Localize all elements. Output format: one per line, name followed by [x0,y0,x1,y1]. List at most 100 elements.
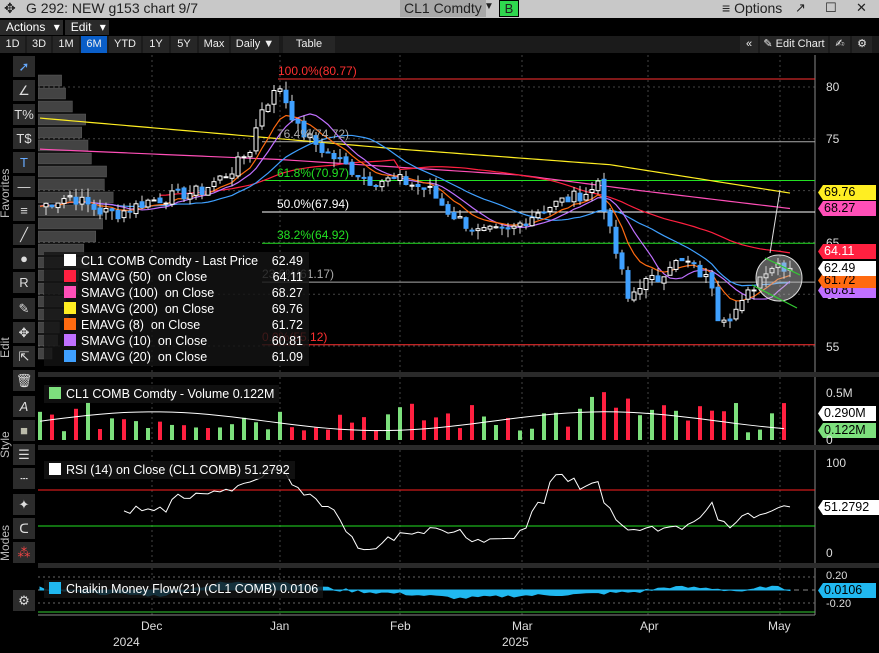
volume-bar [518,430,522,440]
cmf-legend[interactable]: Chaikin Money Flow(21) (CL1 COMB) 0.0106 [44,580,324,598]
candle-body [157,197,163,204]
horizontal-line-icon[interactable]: — [13,176,35,197]
candle-body [139,201,145,209]
edit-label: Edit [0,337,12,358]
volume-axis-zero: 0 [826,433,833,447]
volume-bar [194,427,198,440]
circle-icon[interactable]: ● [13,248,35,269]
magnet-icon[interactable]: ᑕ [13,518,35,539]
frequency-dropdown[interactable]: Daily ▼ [231,36,279,53]
line-weight-icon[interactable]: ☰ [13,444,35,465]
move-icon[interactable]: ✥ [4,0,16,17]
color-swatch-icon[interactable]: ■ [13,420,35,441]
collapse-icon[interactable]: « [740,36,758,53]
candle-body [127,210,133,213]
volume-bar [338,414,342,440]
panel-divider[interactable] [38,372,879,377]
select-icon[interactable]: ⇱ [13,346,35,367]
ticker-field[interactable]: CL1 Comdty [400,0,486,17]
volume-bar [578,408,582,440]
settings-gear-icon[interactable]: ⚙ [852,36,872,53]
annotate-icon[interactable]: ✍ [830,36,850,53]
range-1y[interactable]: 1Y [143,36,169,53]
price-legend[interactable]: CL1 COMB Comdty - Last Price 62.49 SMAVG (… [44,252,309,366]
legend-row[interactable]: SMAVG (100) on Close 68.27 [64,285,309,301]
options-menu[interactable]: ≡ Options [722,0,782,16]
text-tool-icon[interactable]: T [13,152,35,173]
volume-axis-top: 0.5M [826,386,853,400]
trendline-icon[interactable]: ╱ [13,224,35,245]
gear-icon[interactable]: ⚙ [13,590,35,611]
trash-icon[interactable]: 🗑 [13,370,35,391]
volume-legend[interactable]: CL1 COMB Comdty - Volume 0.122M [44,385,280,403]
range-3d[interactable]: 3D [27,36,51,53]
panel-divider[interactable] [38,445,879,450]
legend-value: 60.81 [271,334,303,348]
range-5y[interactable]: 5Y [171,36,197,53]
volume-bar [398,407,402,440]
candle-body [319,142,325,153]
candle-body [367,176,373,186]
legend-swatch [64,302,76,314]
volume-bar [410,403,414,440]
close-icon[interactable]: ✕ [856,0,867,16]
rsi-legend[interactable]: RSI (14) on Close (CL1 COMB) 51.2792 [44,461,295,479]
colors-mode-icon[interactable]: ⁂ [13,542,35,563]
volume-bar [650,409,654,440]
legend-row[interactable]: EMAVG (8) on Close 61.72 [64,317,309,333]
volume-bar [434,417,438,440]
fibonacci-icon[interactable]: ≡ [13,200,35,221]
price-tool-icon[interactable]: T$ [13,128,35,149]
range-1m[interactable]: 1M [53,36,79,53]
volume-bar [506,417,510,440]
volume-swatch [49,387,61,399]
volume-profile-bar [37,100,73,113]
panel-divider[interactable] [38,563,879,568]
candle-body [439,198,445,206]
table-button[interactable]: Table [283,36,335,53]
candle-body [721,319,727,323]
volume-bar [38,411,42,440]
popout-icon[interactable]: ↗ [795,0,806,16]
range-ytd[interactable]: YTD [109,36,141,53]
volume-bar [158,421,162,440]
pencil-icon[interactable]: ✎ [13,298,35,319]
line-style-icon[interactable]: ┄ [13,468,35,489]
range-6m[interactable]: 6M [81,36,107,53]
legend-row[interactable]: SMAVG (50) on Close 64.11 [64,269,309,285]
ticker-dropdown-icon[interactable]: ▼ [484,1,494,12]
fib-level-label: 76.4%(74.72) [277,126,350,141]
edit-chart-button[interactable]: ✎ Edit Chart [760,36,828,53]
range-1d[interactable]: 1D [0,36,25,53]
volume-bar [458,428,462,440]
legend-row[interactable]: SMAVG (20) on Close 61.09 [64,349,309,365]
font-icon[interactable]: A [13,396,35,417]
line-tool-icon[interactable]: ∠ [13,80,35,101]
price-axis-label: 75 [826,132,840,146]
b-button[interactable]: B [499,0,519,17]
candle-body [679,257,685,262]
regression-icon[interactable]: R [13,272,35,293]
legend-row[interactable]: SMAVG (200) on Close 69.76 [64,301,309,317]
volume-bar [626,398,630,440]
legend-row[interactable]: SMAVG (10) on Close 60.81 [64,333,309,349]
percent-tool-icon[interactable]: T% [13,104,35,125]
candle-body [541,211,547,214]
candle-body [733,308,739,320]
candle-body [43,202,49,208]
legend-label: SMAVG (10) on Close [81,334,208,348]
crosshair-mode-icon[interactable]: ✦ [13,494,35,515]
volume-bar [266,429,270,440]
price-axis-label: 80 [826,80,840,94]
menu-edit[interactable]: Edit ▾ [64,20,109,35]
move-tool-icon[interactable]: ✥ [13,322,35,343]
maximize-icon[interactable]: ☐ [825,0,837,16]
candle-body [415,183,421,188]
menu-actions[interactable]: Actions ▾ [0,20,63,35]
pointer-icon[interactable]: ➚ [13,56,35,77]
legend-row[interactable]: CL1 COMB Comdty - Last Price 62.49 [64,253,309,269]
options-label: Options [734,0,783,16]
candle-body [715,286,721,322]
range-max[interactable]: Max [199,36,229,53]
legend-swatch [64,254,76,266]
